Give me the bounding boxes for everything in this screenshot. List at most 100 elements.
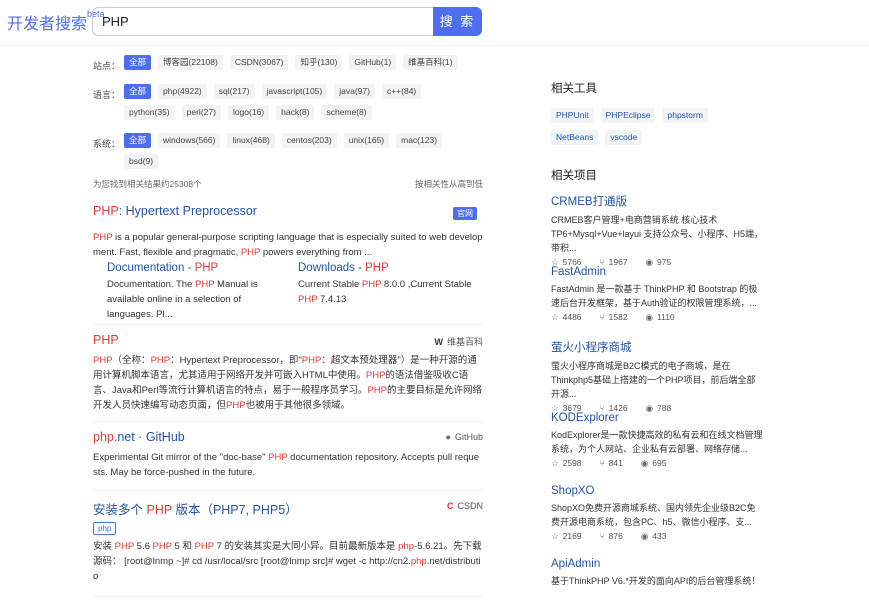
filter-chip[interactable]: sql(217) xyxy=(213,84,255,99)
star-icon: ☆ xyxy=(551,458,559,468)
tool-chip[interactable]: PHPUnit xyxy=(551,108,594,123)
filter-chip[interactable]: linux(468) xyxy=(227,133,275,148)
project-title[interactable]: KODExplorer xyxy=(551,412,763,424)
filter-chip[interactable]: windows(566) xyxy=(158,133,221,148)
csdn-icon: C xyxy=(446,501,454,511)
watch-count: 433 xyxy=(652,531,667,541)
divider xyxy=(93,421,483,422)
filter-chip[interactable]: 博客园(22108) xyxy=(158,55,223,70)
fork-icon: ⑂ xyxy=(599,312,605,322)
result-count: 为您找到相关结果约25308个 xyxy=(93,179,202,189)
project-card: FastAdmin FastAdmin 是一款基于 ThinkPHP 和 Boot… xyxy=(551,266,763,323)
search-input[interactable]: PHP xyxy=(92,7,434,36)
project-desc: 基于ThinkPHP V6.*开发的面向API的后台管理系统！ xyxy=(551,576,761,586)
result-title[interactable]: PHP xyxy=(93,333,483,347)
result-snippet: Experimental Git mirror of the "doc-base… xyxy=(93,452,480,478)
eye-icon: ◉ xyxy=(645,312,653,322)
logo-text: 开发者搜索 xyxy=(7,16,88,33)
header: 开发者搜索beta PHP 搜 索 xyxy=(0,0,869,46)
filter-chip[interactable]: 知乎(130) xyxy=(295,55,343,70)
star-icon: ☆ xyxy=(551,531,559,541)
sitelink-documentation[interactable]: Documentation - PHP Documentation. The P… xyxy=(107,262,290,322)
sitelink-title[interactable]: Documentation - PHP xyxy=(107,262,290,274)
filter-chip[interactable]: logo(16) xyxy=(227,105,270,120)
project-card: KODExplorer KodExplorer是一款快捷高效的私有云和在线文档管理… xyxy=(551,412,763,469)
sitelink-desc: Current Stable PHP 8.0.0 ,Current Stable… xyxy=(298,279,472,305)
filter-chip[interactable]: 全部 xyxy=(124,84,152,99)
result-title[interactable]: 安装多个 PHP 版本（PHP7, PHP5） xyxy=(93,499,483,518)
divider xyxy=(93,324,483,325)
project-title[interactable]: ApiAdmin xyxy=(551,558,763,570)
star-count: 2598 xyxy=(562,458,582,468)
github-icon: ● xyxy=(445,432,451,442)
project-desc: KodExplorer是一款快捷高效的私有云和在线文档管理系统，为个人网站、企业… xyxy=(551,430,763,454)
star-icon: ☆ xyxy=(551,312,559,322)
search-result: PHP W 维基百科 PHP（全称：PHP：Hypertext Preproces… xyxy=(93,333,483,413)
filter-chip[interactable]: bsd(9) xyxy=(124,154,159,169)
filter-label: 系统： xyxy=(93,139,121,149)
tool-chip[interactable]: vscode xyxy=(605,130,643,145)
project-title[interactable]: CRMEB打通版 xyxy=(551,193,763,209)
official-badge: 官网 xyxy=(453,207,477,220)
filter-chip[interactable]: CSDN(3067) xyxy=(229,55,289,70)
project-card: ShopXO ShopXO免费开源商城系统、国内领先企业级B2C免费开源电商系统，… xyxy=(551,485,763,542)
project-title[interactable]: ShopXO xyxy=(551,485,763,497)
filter-chip[interactable]: centos(203) xyxy=(281,133,337,148)
search-result: PHP: Hypertext Preprocessor 官网 PHP is a … xyxy=(93,204,483,320)
filter-chip[interactable]: 全部 xyxy=(124,133,152,148)
sort-order[interactable]: 按相关性从高到低 xyxy=(415,178,483,190)
search-result: 安装多个 PHP 版本（PHP7, PHP5） C CSDN php 安装 PHP… xyxy=(93,499,483,584)
tools-heading: 相关工具 xyxy=(551,83,597,95)
filter-label: 站点： xyxy=(93,61,121,71)
project-stats: ☆ 4486 ⑂ 1582 ◉ 1110 xyxy=(551,312,763,323)
filter-chip[interactable]: GitHub(1) xyxy=(349,55,397,70)
filter-chip[interactable]: 全部 xyxy=(124,55,152,70)
fork-icon: ⑂ xyxy=(599,531,605,541)
filter-chip[interactable]: scheme(8) xyxy=(321,105,372,120)
tool-chip[interactable]: PHPEclipse xyxy=(600,108,656,123)
project-title[interactable]: FastAdmin xyxy=(551,266,763,278)
project-desc: 萤火小程序商城是B2C模式的电子商城，是在Thinkphp5基础上搭建的一个PH… xyxy=(551,361,756,399)
project-card: CRMEB打通版 CRMEB客户管理+电商营销系统 核心技术TP6+Mysql+V… xyxy=(551,193,763,268)
divider xyxy=(93,596,483,597)
star-count: 2169 xyxy=(562,531,582,541)
filter-chip[interactable]: python(35) xyxy=(124,105,175,120)
result-title[interactable]: PHP: Hypertext Preprocessor xyxy=(93,204,483,218)
search-button[interactable]: 搜 索 xyxy=(433,7,482,36)
result-source: ● GitHub xyxy=(445,432,483,442)
fork-count: 876 xyxy=(608,531,623,541)
filter-chip[interactable]: hack(8) xyxy=(276,105,315,120)
project-title[interactable]: 萤火小程序商城 xyxy=(551,339,763,355)
watch-count: 695 xyxy=(652,458,667,468)
site-logo[interactable]: 开发者搜索beta xyxy=(7,9,105,34)
filter-label: 语言： xyxy=(93,90,121,100)
filter-chip[interactable]: php(4922) xyxy=(158,84,207,99)
filter-chip[interactable]: javascript(105) xyxy=(261,84,328,99)
result-snippet: PHP（全称：PHP：Hypertext Preprocessor，即"PHP：… xyxy=(93,355,483,411)
sitelink-title[interactable]: Downloads - PHP xyxy=(298,262,481,274)
fork-count: 841 xyxy=(608,458,623,468)
eye-icon: ◉ xyxy=(640,531,649,541)
tool-chip[interactable]: phpstorm xyxy=(662,108,708,123)
star-count: 4486 xyxy=(562,312,582,322)
filter-chip[interactable]: 维基百科(1) xyxy=(403,55,458,70)
sitelink-desc: Documentation. The PHP Manual is availab… xyxy=(107,279,258,320)
fork-icon: ⑂ xyxy=(599,458,605,468)
fork-count: 1582 xyxy=(608,312,628,322)
tool-chip[interactable]: NetBeans xyxy=(551,130,599,145)
result-source: W 维基百科 xyxy=(434,337,483,347)
watch-count: 1110 xyxy=(657,312,675,322)
project-card: 萤火小程序商城萤火小程序商城是B2C模式的电子商城，是在Thinkphp5基础上… xyxy=(551,339,763,414)
filter-chip[interactable]: mac(123) xyxy=(396,133,443,148)
filter-chip[interactable]: java(97) xyxy=(334,84,375,99)
result-title[interactable]: php.net · GitHub xyxy=(93,430,483,444)
filter-chip[interactable]: c++(84) xyxy=(381,84,422,99)
project-stats: ☆ 2169 ⑂ 876 ◉ 433 xyxy=(551,531,763,542)
project-desc: ShopXO免费开源商城系统、国内领先企业级B2C免费开源电商系统，包含PC、h… xyxy=(551,503,756,527)
filter-chip[interactable]: unix(165) xyxy=(343,133,390,148)
wikipedia-icon: W xyxy=(434,337,443,347)
filter-chip[interactable]: perl(27) xyxy=(181,105,221,120)
sitelink-downloads[interactable]: Downloads - PHP Current Stable PHP 8.0.0… xyxy=(298,262,481,307)
tag-php[interactable]: php xyxy=(93,522,117,535)
tools-list: PHPUnit PHPEclipse phpstorm NetBeans vscode xyxy=(551,107,761,151)
